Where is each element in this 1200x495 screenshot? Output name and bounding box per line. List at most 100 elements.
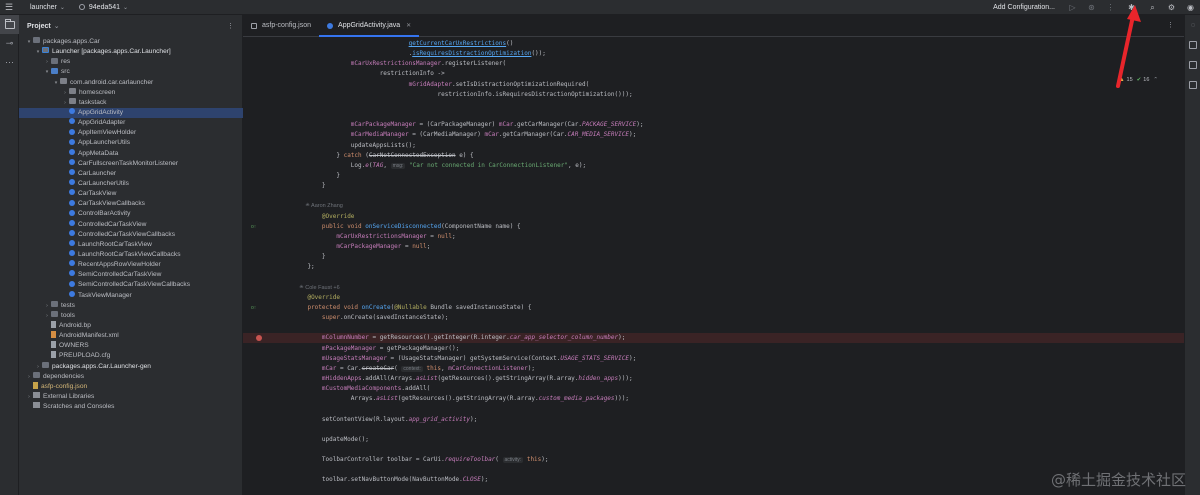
tree-item[interactable]: CarTaskView [19,189,243,199]
code-line[interactable]: toolbar.setNavButtonMode(NavButtonMode.C… [243,475,1184,485]
code-line[interactable]: } [243,181,1184,191]
code-line[interactable]: } [243,171,1184,181]
chevron-down-icon[interactable]: ▾ [52,78,60,88]
code-line[interactable] [243,425,1184,435]
code-line[interactable]: o↑ public void onServiceDisconnected(Com… [243,222,1184,232]
main-menu-icon[interactable]: ☰ [0,2,18,13]
tree-item[interactable]: SemiControlledCarTaskViewCallbacks [19,280,243,290]
tree-item[interactable]: › tools [19,311,243,321]
device-button[interactable] [1185,55,1200,75]
chevron-right-icon[interactable]: › [43,301,51,311]
tree-item[interactable]: RecentAppsRowViewHolder [19,260,243,270]
tree-item[interactable]: PREUPLOAD.cfg [19,351,243,361]
chevron-down-icon[interactable]: ⌄ [54,22,60,30]
code-line[interactable]: ToolbarController toolbar = CarUi.requir… [243,455,1184,465]
chevron-right-icon[interactable]: › [61,98,69,108]
tree-item[interactable]: CarLauncher [19,169,243,179]
code-line[interactable]: mPackageManager = getPackageManager(); [243,344,1184,354]
more-tool-windows-button[interactable]: ⋯ [0,53,19,72]
code-line[interactable]: mGridAdapter.setIsDistractionOptimizatio… [243,80,1184,90]
tree-item[interactable]: AndroidManifest.xml [19,330,243,341]
tree-item[interactable]: › taskstack [19,98,243,108]
tree-item[interactable]: asfp-config.json [19,381,243,392]
chevron-down-icon[interactable]: ▾ [25,37,33,47]
tree-item[interactable]: › res [19,57,243,67]
code-line[interactable]: setContentView(R.layout.app_grid_activit… [243,415,1184,425]
code-line[interactable]: mColumnNumber = getResources().getIntege… [243,333,1184,344]
tree-item[interactable]: › External Libraries [19,392,243,402]
editor-tab[interactable]: AppGridActivity.java ✕ [319,15,420,37]
code-line[interactable]: mCarPackageManager = null; [243,242,1184,252]
tree-item[interactable]: AppLauncherUtils [19,138,243,148]
run-configuration-selector[interactable]: Add Configuration... [993,4,1055,11]
code-line[interactable]: updateAppsLists(); [243,141,1184,151]
code-line[interactable]: super.onCreate(savedInstanceState); [243,313,1184,323]
chevron-right-icon[interactable]: › [43,57,51,67]
chevron-right-icon[interactable]: › [25,392,33,402]
code-line[interactable]: @Override [243,212,1184,222]
emulator-button[interactable] [1185,75,1200,95]
code-line[interactable]: mCar = Car.createCar( context: this, mCa… [243,364,1184,374]
tree-item[interactable]: › packages.apps.Car.Launcher-gen [19,361,243,372]
override-marker-icon[interactable]: o↑ [251,303,257,311]
tree-item[interactable]: ControlBarActivity [19,209,243,219]
code-line[interactable] [243,445,1184,455]
close-tab-icon[interactable]: ✕ [406,22,411,29]
author-hint[interactable]: ≗ Cole Faust +6 [293,283,340,293]
more-options-icon[interactable]: ⋮ [227,22,234,30]
code-line[interactable]: Arrays.asList(getResources().getStringAr… [243,394,1184,404]
commit-tool-button[interactable]: ⊸ [0,34,19,53]
code-line[interactable] [243,110,1184,120]
tree-item[interactable]: ▾ packages.apps.Car [19,37,243,47]
code-editor[interactable]: ▲ 15 ✔ 16 ⌃ getCurrentCarUxRestrictions(… [243,37,1184,495]
tree-item[interactable]: CarFullscreenTaskMonitorListener [19,158,243,169]
tree-item[interactable]: TaskViewManager [19,290,243,301]
chevron-right-icon[interactable]: › [34,362,42,372]
author-hint[interactable]: ≗ Aaron Zhang [293,201,343,211]
chevron-down-icon[interactable]: ▾ [43,67,51,77]
tree-item[interactable]: SemiControlledCarTaskView [19,270,243,280]
tree-item[interactable]: CarLauncherUtils [19,179,243,189]
notifications-button[interactable]: ◌ [1185,15,1200,35]
code-line[interactable]: } catch (CarNotConnectedException e) { [243,151,1184,161]
branch-selector[interactable]: 94eda541 ⌄ [78,4,128,11]
tree-item[interactable]: › tests [19,300,243,311]
code-line[interactable] [243,272,1184,282]
debug-icon[interactable]: ⊛ [1082,3,1101,12]
tree-item[interactable]: AppGridActivity [19,107,243,119]
more-tabs-icon[interactable]: ⋮ [1167,21,1174,29]
chevron-down-icon[interactable]: ⌄ [60,4,65,11]
tree-item[interactable]: Android.bp [19,320,243,331]
code-line[interactable]: mCarPackageManager = (CarPackageManager)… [243,120,1184,130]
tree-item[interactable]: ▾ Launcher [packages.apps.Car.Launcher] [19,47,243,57]
code-line[interactable]: ≗ Cole Faust +6 [243,283,1184,293]
project-tool-button[interactable] [0,15,19,34]
tree-item[interactable]: Scratches and Consoles [19,402,243,412]
chevron-right-icon[interactable]: › [43,311,51,321]
tree-item[interactable]: ▾ src [19,67,243,77]
tree-item[interactable]: AppItemViewHolder [19,128,243,138]
editor-tab[interactable]: asfp-config.json [243,15,319,36]
tree-item[interactable]: OWNERS [19,340,243,351]
tree-item[interactable]: ControlledCarTaskView [19,219,243,230]
tree-item[interactable]: › dependencies [19,371,243,382]
tree-item[interactable]: LaunchRootCarTaskView [19,240,243,250]
code-line[interactable]: restrictionInfo -> [243,69,1184,79]
breakpoint-icon[interactable] [256,335,262,342]
code-line[interactable]: ≗ Aaron Zhang [243,201,1184,211]
tree-item[interactable]: ▾ com.android.car.carlauncher [19,77,243,88]
code-line[interactable]: @Override [243,293,1184,303]
code-line[interactable]: o↑ protected void onCreate(@Nullable Bun… [243,303,1184,313]
code-line[interactable]: updateMode(); [243,435,1184,445]
code-line[interactable]: }; [243,262,1184,272]
code-line[interactable]: mCarUxRestrictionsManager = null; [243,232,1184,242]
tree-item[interactable]: › homescreen [19,87,243,98]
project-selector[interactable]: launcher [30,4,57,11]
chevron-down-icon[interactable]: ▾ [34,47,42,57]
code-line[interactable]: mCarUxRestrictionsManager.registerListen… [243,59,1184,69]
code-line[interactable] [243,191,1184,201]
override-marker-icon[interactable]: o↑ [251,222,257,230]
code-line[interactable] [243,465,1184,475]
code-line[interactable]: mUsageStatsManager = (UsageStatsManager)… [243,354,1184,364]
code-line[interactable]: restrictionInfo.isRequiresDistractionOpt… [243,90,1184,100]
